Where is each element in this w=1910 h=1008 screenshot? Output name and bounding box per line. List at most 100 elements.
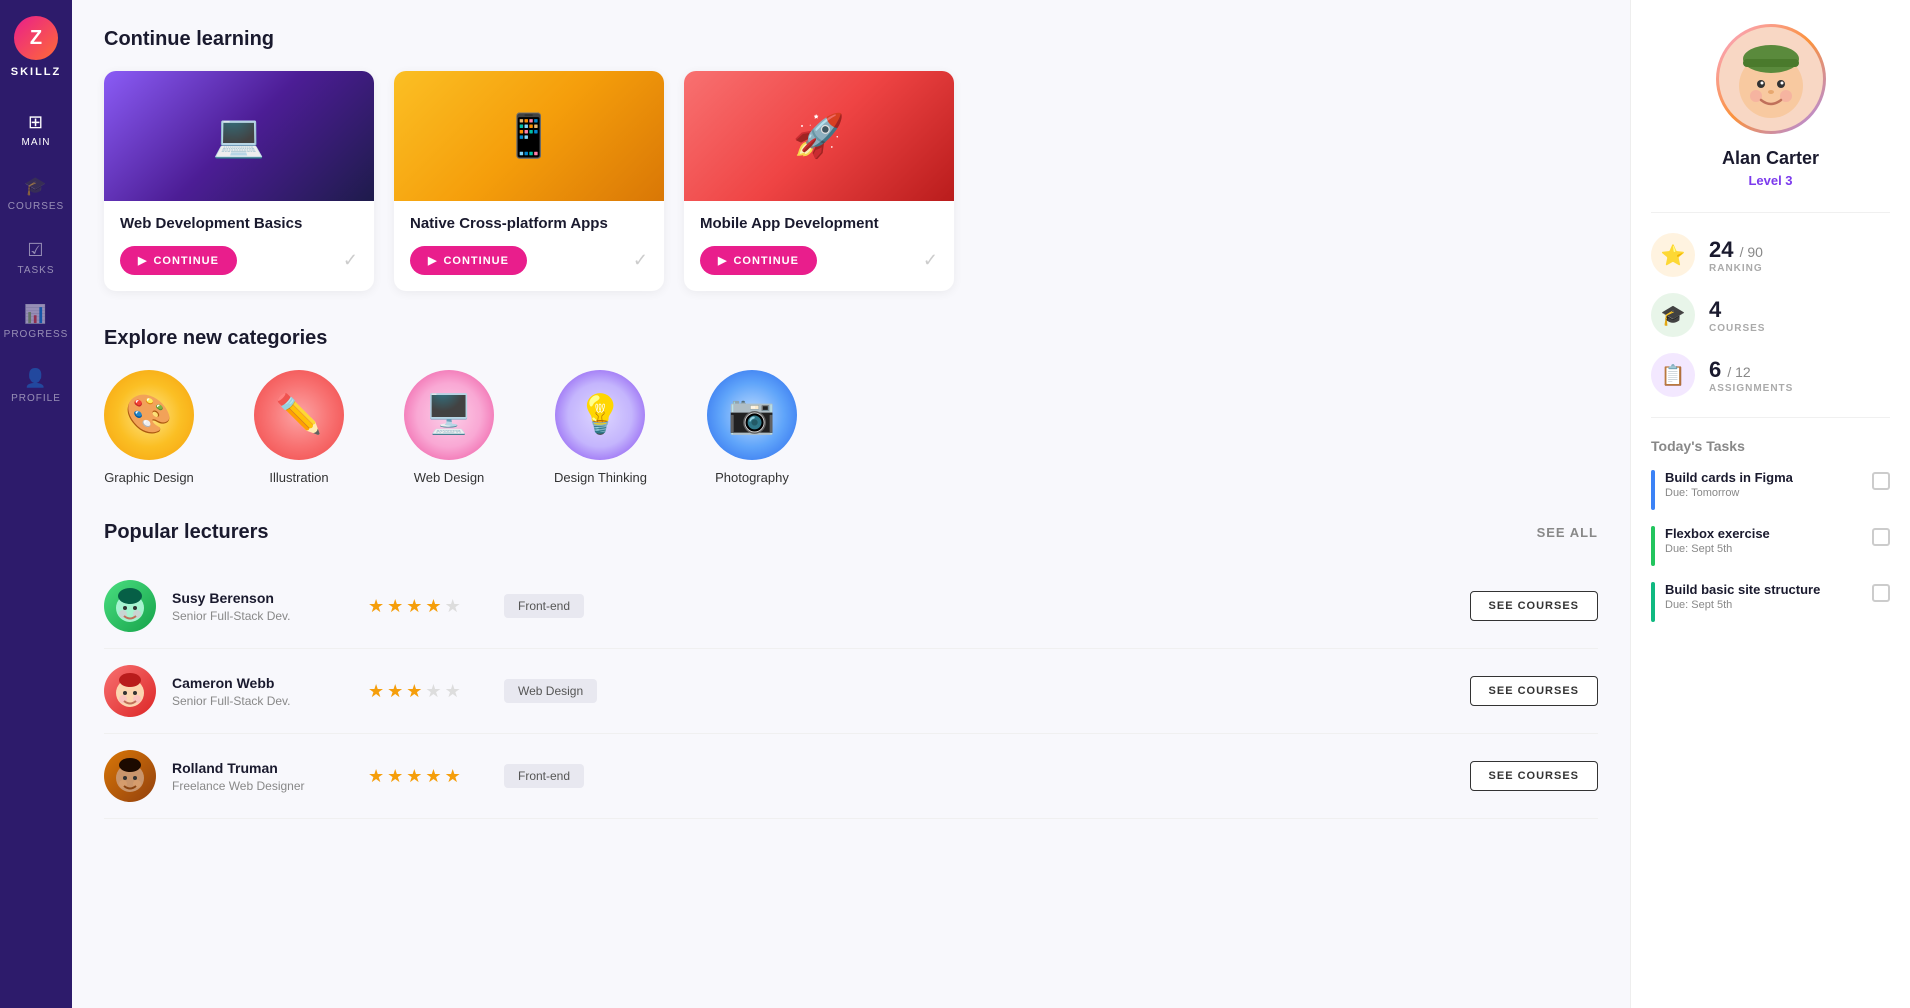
category-item-web-design[interactable]: 🖥️ Web Design <box>404 370 494 485</box>
lecturer-stars-3: ★★★★★ <box>368 766 488 787</box>
course-card-footer-2: ▶ CONTINUE ✓ <box>410 246 648 275</box>
continue-btn-1[interactable]: ▶ CONTINUE <box>120 246 237 275</box>
continue-learning-title: Continue learning <box>104 28 1598 51</box>
tag-badge-2: Web Design <box>504 679 597 703</box>
task-name-1: Build cards in Figma <box>1665 470 1862 485</box>
stat-row-ranking: ⭐ 24 / 90 RANKING <box>1651 233 1890 277</box>
category-circle-web-design: 🖥️ <box>404 370 494 460</box>
star-1-2: ★ <box>387 596 403 617</box>
assignments-icon: 📋 <box>1661 363 1686 388</box>
course-card-3: 🚀 Mobile App Development ▶ CONTINUE ✓ <box>684 71 954 291</box>
continue-btn-2[interactable]: ▶ CONTINUE <box>410 246 527 275</box>
category-circle-graphic-design: 🎨 <box>104 370 194 460</box>
play-icon-3: ▶ <box>718 254 727 267</box>
sidebar-label-courses: COURSES <box>8 201 64 212</box>
see-courses-btn-3[interactable]: SEE COURSES <box>1470 761 1598 791</box>
course-image-emoji-1: 💻 <box>213 112 265 161</box>
lecturer-title-2: Senior Full-Stack Dev. <box>172 694 352 708</box>
stat-row-assignments: 📋 6 / 12 ASSIGNMENTS <box>1651 353 1890 397</box>
stat-icon-assignments: 📋 <box>1651 353 1695 397</box>
lecturer-avatar-3 <box>104 750 156 802</box>
see-courses-btn-2[interactable]: SEE COURSES <box>1470 676 1598 706</box>
continue-label-2: CONTINUE <box>443 255 508 267</box>
tasks-title: Today's tasks <box>1651 438 1890 454</box>
category-label-illustration: Illustration <box>269 470 328 485</box>
stat-text-assignments: 6 / 12 ASSIGNMENTS <box>1709 357 1793 394</box>
main-icon: ⊞ <box>28 112 44 133</box>
sidebar-item-tasks[interactable]: ☑TASKS <box>0 230 72 286</box>
star-2-2: ★ <box>387 681 403 702</box>
task-content-3: Build basic site structure Due: Sept 5th <box>1665 582 1862 611</box>
lecturer-avatar-1 <box>104 580 156 632</box>
category-label-web-design: Web Design <box>414 470 485 485</box>
avatar-wrapper <box>1716 24 1826 134</box>
sidebar-item-profile[interactable]: 👤PROFILE <box>0 358 72 414</box>
task-checkbox-1[interactable] <box>1872 472 1890 490</box>
category-item-illustration[interactable]: ✏️ Illustration <box>254 370 344 485</box>
sidebar-label-main: MAIN <box>22 137 51 148</box>
lecturer-name-2: Cameron Webb <box>172 675 352 691</box>
category-item-graphic-design[interactable]: 🎨 Graphic Design <box>104 370 194 485</box>
category-emoji-photography: 📷 <box>728 393 775 437</box>
sidebar-item-courses[interactable]: 🎓 COURSES <box>0 166 72 222</box>
lecturer-title-3: Freelance Web Designer <box>172 779 352 793</box>
courses-icon: 🎓 <box>24 176 47 197</box>
star-3-3: ★ <box>406 766 422 787</box>
stat-label-assignments: ASSIGNMENTS <box>1709 383 1793 394</box>
star-2-1: ★ <box>368 681 384 702</box>
category-emoji-design-thinking: 💡 <box>577 393 624 437</box>
stat-row-courses: 🎓 4 COURSES <box>1651 293 1890 337</box>
sidebar-label-profile: PROFILE <box>11 393 61 404</box>
task-checkbox-2[interactable] <box>1872 528 1890 546</box>
task-due-3: Due: Sept 5th <box>1665 599 1862 611</box>
lecturer-info-3: Rolland Truman Freelance Web Designer <box>172 760 352 793</box>
course-card-footer-3: ▶ CONTINUE ✓ <box>700 246 938 275</box>
star-1-5: ★ <box>445 596 461 617</box>
task-name-3: Build basic site structure <box>1665 582 1862 597</box>
lecturer-avatar-2 <box>104 665 156 717</box>
category-circle-illustration: ✏️ <box>254 370 344 460</box>
task-checkbox-3[interactable] <box>1872 584 1890 602</box>
lecturers-container: Susy Berenson Senior Full-Stack Dev. ★★★… <box>104 564 1598 819</box>
stat-text-courses: 4 COURSES <box>1709 297 1765 334</box>
course-card-1: 💻 Web Development Basics ▶ CONTINUE ✓ <box>104 71 374 291</box>
lecturer-info-2: Cameron Webb Senior Full-Stack Dev. <box>172 675 352 708</box>
star-2-4: ★ <box>425 681 441 702</box>
category-emoji-web-design: 🖥️ <box>425 393 472 437</box>
sidebar: Z SKILLZ ⊞ MAIN 🎓 COURSES ☑TASKS 📊PROGRESS 👤PR… <box>0 0 72 1008</box>
star-2-3: ★ <box>406 681 422 702</box>
task-item-1: Build cards in Figma Due: Tomorrow <box>1651 470 1890 510</box>
course-card-body-3: Mobile App Development ▶ CONTINUE ✓ <box>684 201 954 291</box>
app-name: SKILLZ <box>11 66 62 78</box>
task-due-2: Due: Sept 5th <box>1665 543 1862 555</box>
category-label-photography: Photography <box>715 470 789 485</box>
course-card-body-1: Web Development Basics ▶ CONTINUE ✓ <box>104 201 374 291</box>
play-icon-2: ▶ <box>428 254 437 267</box>
app-logo: Z <box>14 16 58 60</box>
course-card-title-2: Native Cross-platform Apps <box>410 215 648 232</box>
star-1-4: ★ <box>425 596 441 617</box>
play-icon-1: ▶ <box>138 254 147 267</box>
category-item-photography[interactable]: 📷 Photography <box>707 370 797 485</box>
task-bar-1 <box>1651 470 1655 510</box>
lecturer-row-3: Rolland Truman Freelance Web Designer ★★… <box>104 734 1598 819</box>
continue-label-1: CONTINUE <box>153 255 218 267</box>
course-card-image-1: 💻 <box>104 71 374 201</box>
lecturer-tag-3: Front-end <box>504 764 624 788</box>
explore-categories-title: Explore new categories <box>104 327 1598 350</box>
sidebar-item-main[interactable]: ⊞ MAIN <box>0 102 72 158</box>
see-courses-btn-1[interactable]: SEE COURSES <box>1470 591 1598 621</box>
lecturer-row-1: Susy Berenson Senior Full-Stack Dev. ★★★… <box>104 564 1598 649</box>
sidebar-item-progress[interactable]: 📊PROGRESS <box>0 294 72 350</box>
popular-lecturers-title: Popular lecturers <box>104 521 269 544</box>
category-item-design-thinking[interactable]: 💡 Design Thinking <box>554 370 647 485</box>
continue-btn-3[interactable]: ▶ CONTINUE <box>700 246 817 275</box>
lecturer-tag-1: Front-end <box>504 594 624 618</box>
right-panel: Alan Carter Level 3 ⭐ 24 / 90 RANKING 🎓 … <box>1630 0 1910 1008</box>
task-name-2: Flexbox exercise <box>1665 526 1862 541</box>
continue-label-3: CONTINUE <box>733 255 798 267</box>
task-item-3: Build basic site structure Due: Sept 5th <box>1651 582 1890 622</box>
star-3-2: ★ <box>387 766 403 787</box>
sidebar-nav: ⊞ MAIN 🎓 COURSES ☑TASKS 📊PROGRESS 👤PROFILE <box>0 102 72 414</box>
see-all-lecturers[interactable]: SEE ALL <box>1537 525 1598 540</box>
